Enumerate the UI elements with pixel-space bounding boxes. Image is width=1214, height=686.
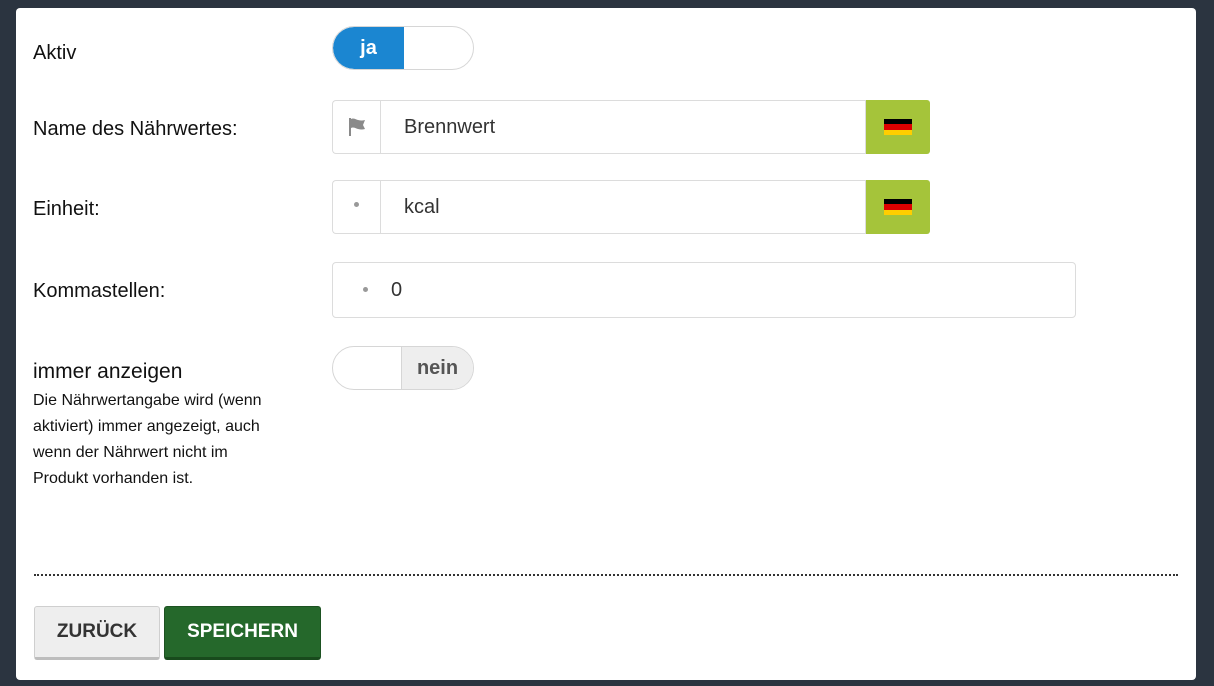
unit-input[interactable]: kcal [380, 180, 866, 234]
always-show-toggle-off: nein [401, 347, 473, 389]
back-button[interactable]: ZURÜCK [34, 606, 160, 660]
decimals-value: 0 [391, 279, 403, 301]
unit-addon [332, 180, 380, 234]
active-toggle-on: ja [333, 27, 404, 69]
dot-icon [354, 201, 359, 207]
active-toggle[interactable]: ja [332, 26, 474, 70]
name-input[interactable]: Brennwert [380, 100, 866, 154]
unit-label: Einheit: [33, 198, 100, 220]
form-panel: Aktiv ja Name des Nährwertes: Brennwert … [16, 8, 1196, 680]
always-show-toggle[interactable]: nein [332, 346, 474, 390]
name-label: Name des Nährwertes: [33, 118, 238, 140]
unit-language-button[interactable] [866, 180, 930, 234]
name-language-button[interactable] [866, 100, 930, 154]
divider [34, 574, 1178, 576]
decimals-label: Kommastellen: [33, 280, 166, 302]
decimals-input[interactable]: 0 [332, 262, 1076, 318]
flag-icon [348, 118, 365, 136]
german-flag-icon [884, 119, 912, 135]
name-addon [332, 100, 380, 154]
save-button[interactable]: SPEICHERN [164, 606, 321, 660]
german-flag-icon [884, 199, 912, 215]
active-label: Aktiv [33, 42, 77, 64]
always-show-help: Die Nährwertangabe wird (wenn aktiviert)… [33, 392, 262, 487]
always-show-label: immer anzeigen [33, 360, 183, 383]
dot-icon [363, 287, 368, 292]
